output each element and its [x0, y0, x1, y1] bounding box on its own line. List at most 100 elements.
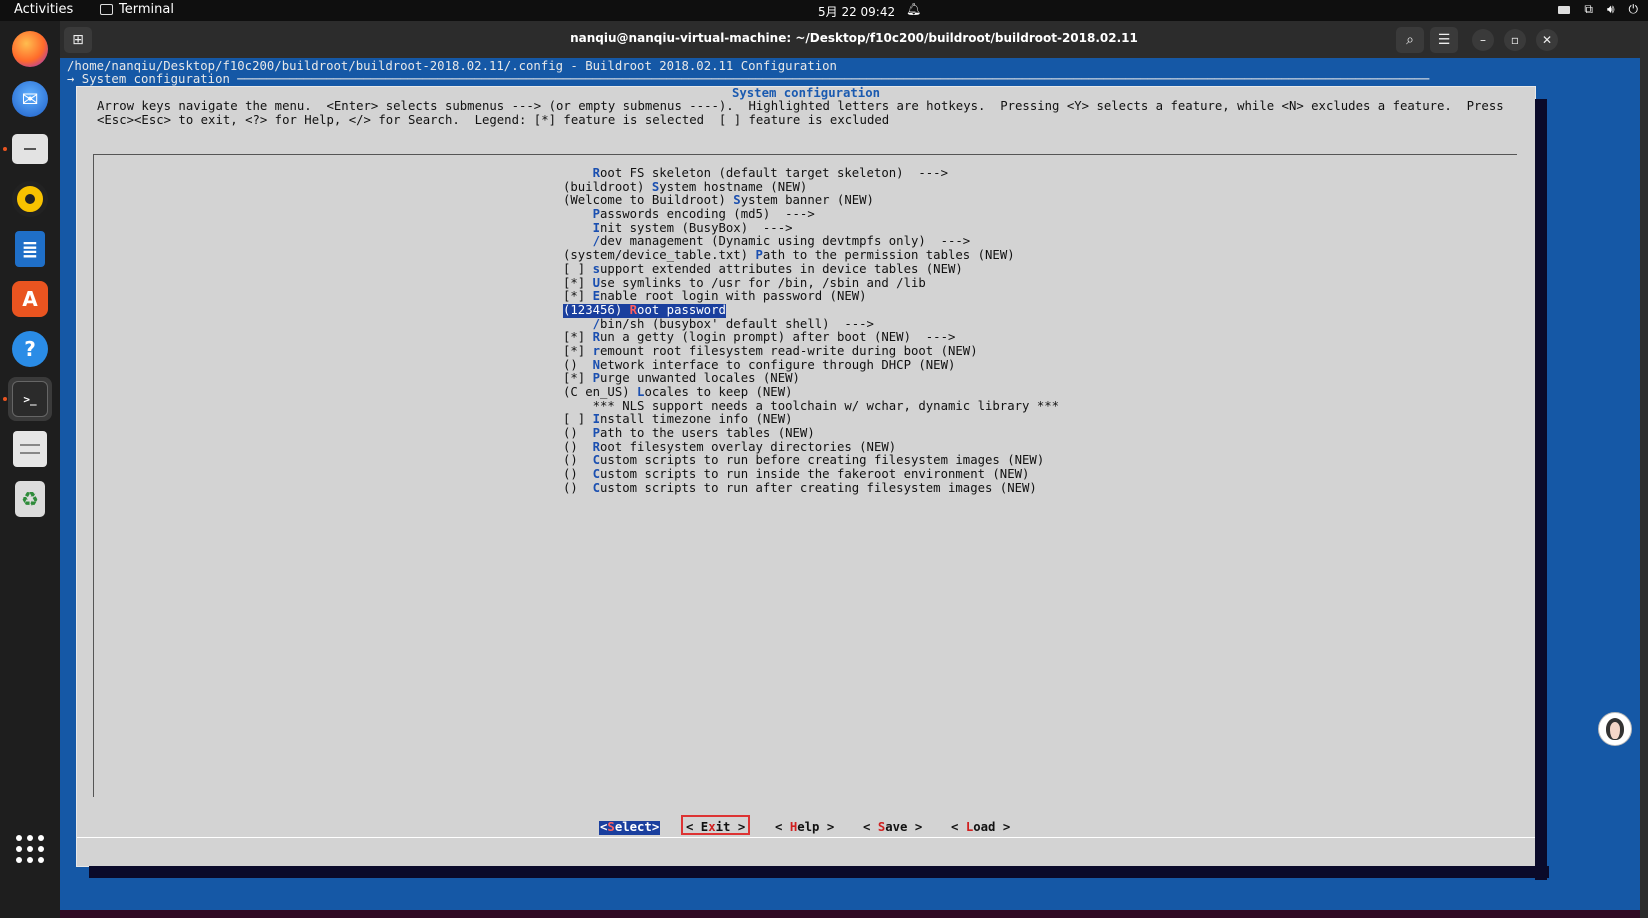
dock-text-editor[interactable]: [8, 427, 52, 471]
thunderbird-icon: ✉: [12, 81, 48, 117]
menu-button[interactable]: ☰: [1430, 27, 1458, 53]
menu-item[interactable]: [ ] support extended attributes in devic…: [563, 261, 1059, 277]
menu-item[interactable]: (system/device_table.txt) Path to the pe…: [563, 248, 1059, 263]
menu-item[interactable]: [*] Use symlinks to /usr for /bin, /sbin…: [563, 275, 1059, 291]
menu-item[interactable]: /dev management (Dynamic using devtmpfs …: [563, 235, 1059, 249]
dock-thunderbird[interactable]: ✉: [8, 77, 52, 121]
clock[interactable]: 5月 22 09:42: [818, 3, 895, 20]
menu-item[interactable]: Passwords encoding (md5) --->: [563, 207, 1059, 222]
terminal-bottom-strip: [60, 910, 1648, 918]
menu-item[interactable]: [*] Enable root login with password (NEW…: [563, 289, 1059, 304]
menu-item[interactable]: () Path to the users tables (NEW): [563, 426, 1059, 441]
menu-item[interactable]: () Custom scripts to run inside the fake…: [563, 467, 1059, 482]
terminal-content[interactable]: /home/nanqiu/Desktop/f10c200/buildroot/b…: [60, 58, 1648, 918]
menu-item-prefix: (123456): [563, 302, 630, 317]
menu-item-hotkey: R: [592, 439, 601, 454]
menu-item-prefix: [ ]: [563, 412, 593, 427]
menu-item[interactable]: [*] Purge unwanted locales (NEW): [563, 371, 1059, 386]
menu-item-prefix: [ ]: [563, 261, 593, 276]
menu-item[interactable]: () Network interface to configure throug…: [563, 358, 1059, 373]
menu-item[interactable]: (Welcome to Buildroot) System banner (NE…: [563, 194, 1059, 208]
menu-item-prefix: [563, 221, 593, 235]
menu-item-label: ystem hostname (NEW): [659, 179, 808, 194]
menu-item-hotkey: /: [592, 316, 601, 331]
menu-item-label: ustom scripts to run inside the fakeroot…: [600, 467, 1030, 482]
select-button[interactable]: <Select>: [599, 820, 661, 835]
menu-item[interactable]: *** NLS support needs a toolchain w/ wch…: [563, 399, 1059, 414]
dock: ✉ ≣ A ? >_ ♻: [0, 21, 60, 918]
close-button[interactable]: ✕: [1536, 29, 1558, 51]
menu-item-prefix: (): [563, 453, 593, 468]
scrollbar[interactable]: [1640, 58, 1648, 918]
dock-files[interactable]: [3, 127, 52, 171]
menu-item-hotkey: P: [755, 248, 763, 263]
minimize-button[interactable]: –: [1472, 29, 1494, 51]
menu-item[interactable]: (buildroot) System hostname (NEW): [563, 179, 1059, 195]
menu-item-label: nstall timezone info (NEW): [600, 412, 793, 427]
menu-item-prefix: [*]: [563, 275, 593, 290]
save-button[interactable]: < Save >: [863, 820, 922, 835]
menu-item-hotkey: P: [592, 207, 601, 222]
menu-item[interactable]: [ ] Install timezone info (NEW): [563, 413, 1059, 427]
menu-item-label: asswords encoding (md5) --->: [600, 207, 815, 222]
menu-item[interactable]: () Root filesystem overlay directories (…: [563, 439, 1059, 455]
menu-item-hotkey: P: [592, 371, 601, 386]
dock-firefox[interactable]: [8, 27, 52, 71]
menu-item-label: ocales to keep (NEW): [644, 385, 793, 399]
dock-help[interactable]: ?: [8, 327, 52, 371]
menu-item-prefix: [*]: [563, 330, 593, 345]
menu-item-label: upport extended attributes in device tab…: [600, 261, 963, 276]
menu-item-hotkey: C: [592, 453, 601, 468]
menu-item-prefix: (C en_US): [563, 385, 638, 399]
system-tray[interactable]: ⧉ 🔊︎ ⏻: [1558, 2, 1638, 17]
search-button[interactable]: ⌕: [1396, 27, 1424, 53]
menu-item-prefix: [563, 166, 593, 180]
menu-item[interactable]: Root FS skeleton (default target skeleto…: [563, 166, 1059, 181]
menu-item-hotkey: C: [592, 467, 601, 482]
menu-item-prefix: [*]: [563, 289, 593, 304]
exit-button[interactable]: < Exit >: [686, 820, 745, 835]
maximize-button[interactable]: ▫: [1504, 29, 1526, 51]
menu-item[interactable]: () Custom scripts to run before creating…: [563, 454, 1059, 468]
menu-item-prefix: [563, 207, 593, 221]
help-button[interactable]: < Help >: [775, 820, 834, 835]
menu-item[interactable]: [*] remount root filesystem read-write d…: [563, 344, 1059, 359]
dock-writer[interactable]: ≣: [8, 227, 52, 271]
app-name: Terminal: [119, 2, 174, 17]
menu-item-label: oot FS skeleton (default target skeleton…: [600, 166, 948, 180]
menu-item[interactable]: () Custom scripts to run after creating …: [563, 480, 1059, 496]
dock-trash[interactable]: ♻: [8, 477, 52, 521]
menu-item-label: bin/sh (busybox' default shell) --->: [600, 316, 874, 331]
menu-item-label: ath to the users tables (NEW): [600, 426, 815, 441]
menu-item-label: oot filesystem overlay directories (NEW): [600, 439, 897, 454]
menu-item-hotkey: R: [629, 302, 638, 317]
dock-app-center[interactable]: A: [8, 277, 52, 321]
menu-item[interactable]: (C en_US) Locales to keep (NEW): [563, 385, 1059, 400]
volume-icon: 🔊︎: [1606, 2, 1615, 16]
app-center-icon: A: [12, 281, 48, 317]
avatar-face-icon: [1606, 718, 1624, 740]
menu-item-label: ustom scripts to run after creating file…: [600, 480, 1037, 495]
dock-show-apps[interactable]: [8, 827, 52, 871]
menu-item-prefix: (): [563, 426, 593, 441]
activities-button[interactable]: Activities: [14, 2, 73, 17]
load-button[interactable]: < Load >: [951, 820, 1010, 835]
menu-item[interactable]: /bin/sh (busybox' default shell) --->: [563, 316, 1059, 332]
terminal-window: ⊞ nanqiu@nanqiu-virtual-machine: ~/Deskt…: [60, 21, 1648, 918]
avatar[interactable]: [1598, 712, 1632, 746]
app-menu[interactable]: Terminal: [100, 2, 174, 17]
menu-item-selected[interactable]: (123456) Root password: [563, 302, 726, 318]
menu-item[interactable]: [*] Run a getty (login prompt) after boo…: [563, 330, 1059, 345]
dock-terminal[interactable]: >_: [3, 377, 52, 421]
menu-item-label: ystem banner (NEW): [740, 193, 874, 208]
menu-box: Root FS skeleton (default target skeleto…: [93, 154, 1517, 797]
breadcrumb: → System configuration ─────────────────…: [67, 72, 1430, 86]
menu-item-label: ath to the permission tables (NEW): [762, 248, 1015, 263]
menu-item-label: urge unwanted locales (NEW): [600, 371, 800, 386]
dock-rhythmbox[interactable]: [8, 177, 52, 221]
files-icon: [12, 134, 48, 164]
bell-icon: 🔔︎: [906, 2, 922, 16]
search-icon: ⌕: [1406, 32, 1414, 48]
menu-item[interactable]: Init system (BusyBox) --->: [563, 221, 1059, 236]
help-line: Arrow keys navigate the menu. <Enter> se…: [97, 99, 1504, 113]
